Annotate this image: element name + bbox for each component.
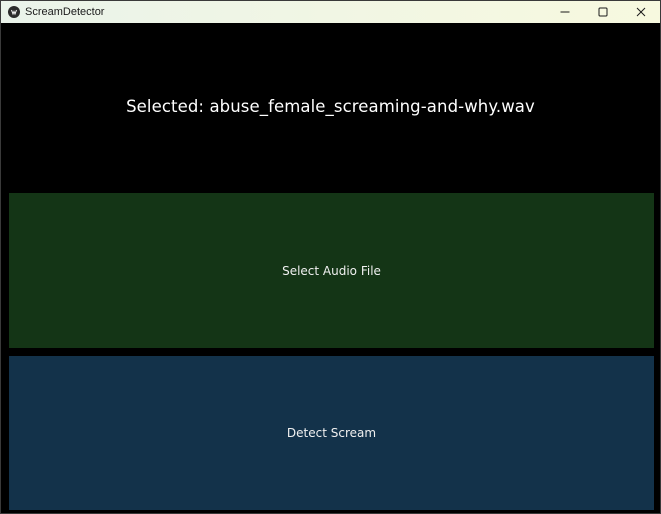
- minimize-icon: [560, 11, 570, 13]
- select-audio-file-button[interactable]: Select Audio File: [9, 193, 654, 348]
- maximize-button[interactable]: [584, 1, 622, 23]
- app-window: ScreamDetector Selected: abuse_female_sc…: [0, 0, 661, 514]
- close-button[interactable]: [622, 1, 660, 23]
- window-controls: [546, 1, 660, 23]
- detect-scream-label: Detect Scream: [286, 426, 377, 440]
- title-bar[interactable]: ScreamDetector: [1, 1, 660, 23]
- selected-file-label: Selected: abuse_female_screaming-and-why…: [126, 97, 535, 116]
- maximize-icon: [598, 7, 608, 17]
- select-audio-file-label: Select Audio File: [282, 263, 381, 278]
- minimize-button[interactable]: [546, 1, 584, 23]
- app-logo-icon: [8, 6, 20, 18]
- close-icon: [636, 7, 646, 17]
- detect-scream-button[interactable]: Detect Scream: [9, 356, 654, 510]
- window-title: ScreamDetector: [25, 6, 105, 18]
